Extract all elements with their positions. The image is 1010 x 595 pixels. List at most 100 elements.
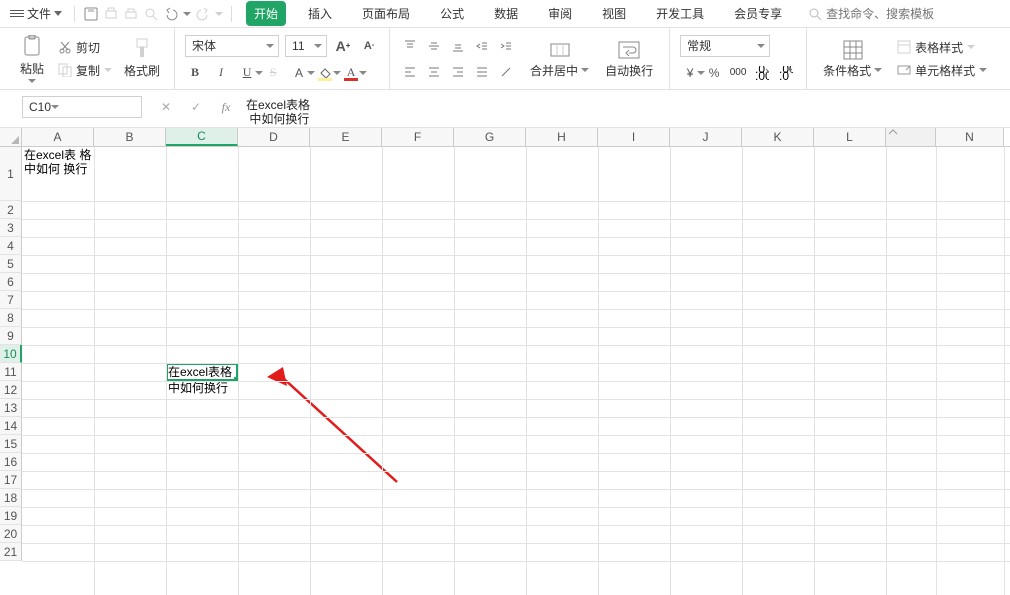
cond-format-button[interactable]: 条件格式 (817, 37, 888, 81)
text-effect-button[interactable]: A (289, 63, 309, 83)
col-header-C[interactable]: C (166, 128, 238, 146)
table-style-button[interactable]: 表格样式 (894, 38, 990, 57)
menu-bar: 文件 开始 插入 页面布局 公式 数据 审阅 视图 开发工具 会员专享 (0, 0, 1010, 28)
number-format-select[interactable]: 常规 (680, 35, 770, 57)
col-header-B[interactable]: B (94, 128, 166, 146)
format-painter-button[interactable]: 格式刷 (120, 36, 164, 81)
col-header-J[interactable]: J (670, 128, 742, 146)
tab-view[interactable]: 视图 (594, 1, 634, 26)
comma-button[interactable]: 000 (728, 63, 748, 83)
decrease-decimal-button[interactable]: .00.0 (776, 63, 796, 83)
print-icon[interactable] (123, 6, 139, 22)
row-header-10[interactable]: 10 (0, 345, 22, 363)
copy-button[interactable]: 复制 (54, 61, 116, 80)
row-header-7[interactable]: 7 (0, 291, 22, 309)
row-header-19[interactable]: 19 (0, 507, 22, 525)
tab-dev-tools[interactable]: 开发工具 (648, 1, 712, 26)
col-header-H[interactable]: H (526, 128, 598, 146)
italic-button[interactable]: I (211, 63, 231, 83)
row-header-2[interactable]: 2 (0, 201, 22, 219)
increase-decimal-button[interactable]: .0.00 (752, 63, 772, 83)
row-header-16[interactable]: 16 (0, 453, 22, 471)
col-header-scroll[interactable] (886, 128, 936, 146)
col-header-I[interactable]: I (598, 128, 670, 146)
redo-icon[interactable] (195, 6, 211, 22)
col-header-F[interactable]: F (382, 128, 454, 146)
tab-insert[interactable]: 插入 (300, 1, 340, 26)
increase-font-button[interactable]: A+ (333, 36, 353, 56)
align-middle-button[interactable] (424, 36, 444, 56)
row-header-4[interactable]: 4 (0, 237, 22, 255)
align-bottom-button[interactable] (448, 36, 468, 56)
col-header-N[interactable]: N (936, 128, 1004, 146)
tab-page-layout[interactable]: 页面布局 (354, 1, 418, 26)
col-header-K[interactable]: K (742, 128, 814, 146)
row-header-3[interactable]: 3 (0, 219, 22, 237)
row-header-11[interactable]: 11 (0, 363, 22, 381)
group-alignment: 合并居中 自动换行 (390, 28, 670, 89)
font-size-select[interactable]: 11 (285, 35, 327, 57)
orientation-button[interactable] (496, 62, 516, 82)
preview-icon[interactable] (143, 6, 159, 22)
currency-button[interactable]: ¥ (680, 63, 700, 83)
tab-member[interactable]: 会员专享 (726, 1, 790, 26)
col-header-D[interactable]: D (238, 128, 310, 146)
tab-review[interactable]: 审阅 (540, 1, 580, 26)
decrease-indent-button[interactable] (472, 36, 492, 56)
bold-button[interactable]: B (185, 63, 205, 83)
row-header-20[interactable]: 20 (0, 525, 22, 543)
row-header-5[interactable]: 5 (0, 255, 22, 273)
col-header-L[interactable]: L (814, 128, 886, 146)
row-header-21[interactable]: 21 (0, 543, 22, 561)
tab-home[interactable]: 开始 (246, 1, 286, 26)
align-center-button[interactable] (424, 62, 444, 82)
increase-indent-button[interactable] (496, 36, 516, 56)
confirm-edit-button[interactable]: ✓ (186, 97, 206, 117)
cut-button[interactable]: 剪切 (54, 38, 116, 57)
row-header-18[interactable]: 18 (0, 489, 22, 507)
tab-formulas[interactable]: 公式 (432, 1, 472, 26)
font-color-button[interactable]: A (341, 63, 361, 83)
row-header-15[interactable]: 15 (0, 435, 22, 453)
col-header-G[interactable]: G (454, 128, 526, 146)
decrease-font-button[interactable]: A- (359, 36, 379, 56)
undo-icon[interactable] (163, 6, 179, 22)
strike-button[interactable]: S (263, 63, 283, 83)
command-search[interactable] (808, 7, 956, 21)
redo-dropdown-icon[interactable] (215, 12, 223, 16)
row-header-13[interactable]: 13 (0, 399, 22, 417)
align-right-button[interactable] (448, 62, 468, 82)
wrap-text-button[interactable]: 自动换行 (599, 37, 659, 81)
tab-data[interactable]: 数据 (486, 1, 526, 26)
align-top-button[interactable] (400, 36, 420, 56)
col-header-A[interactable]: A (22, 128, 94, 146)
row-header-9[interactable]: 9 (0, 327, 22, 345)
row-header-8[interactable]: 8 (0, 309, 22, 327)
paste-button[interactable]: 粘贴 (14, 33, 50, 85)
row-header-6[interactable]: 6 (0, 273, 22, 291)
print-preview-icon[interactable] (103, 6, 119, 22)
row-header-12[interactable]: 12 (0, 381, 22, 399)
row-header-1[interactable]: 1 (0, 147, 22, 201)
fill-color-button[interactable] (315, 63, 335, 83)
align-left-button[interactable] (400, 62, 420, 82)
cancel-edit-button[interactable]: ✕ (156, 97, 176, 117)
save-icon[interactable] (83, 6, 99, 22)
justify-button[interactable] (472, 62, 492, 82)
row-header-17[interactable]: 17 (0, 471, 22, 489)
undo-dropdown-icon[interactable] (183, 12, 191, 16)
search-input[interactable] (826, 7, 956, 21)
row-header-14[interactable]: 14 (0, 417, 22, 435)
select-all-corner[interactable] (0, 128, 22, 146)
font-name-select[interactable]: 宋体 (185, 35, 279, 57)
file-menu[interactable]: 文件 (6, 3, 66, 24)
cell-style-button[interactable]: 单元格样式 (894, 61, 990, 80)
cells-area[interactable]: 在excel表 格中如何 换行 在excel表格 中如何换行 (22, 147, 1010, 595)
merge-center-button[interactable]: 合并居中 (524, 37, 595, 81)
underline-button[interactable]: U (237, 63, 257, 83)
percent-button[interactable]: % (704, 63, 724, 83)
name-box[interactable]: C10 (22, 96, 142, 118)
insert-function-button[interactable]: fx (216, 97, 236, 117)
formula-content[interactable]: 在excel表格 中如何换行 (246, 96, 310, 126)
col-header-E[interactable]: E (310, 128, 382, 146)
